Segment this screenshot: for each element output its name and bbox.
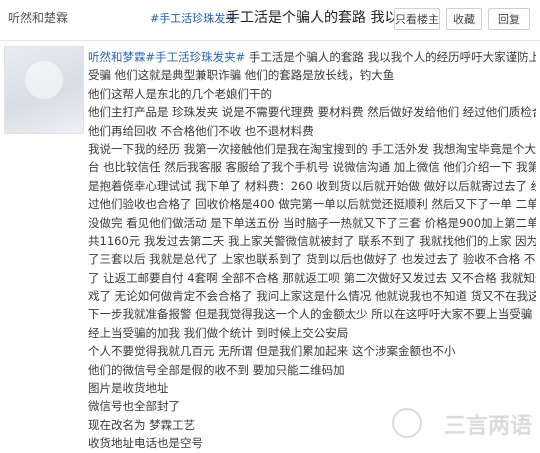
- post-line: 受骗 他们这就是典型兼职诈骗 他们的套路是放长线，钓大鱼: [88, 66, 536, 84]
- author-name[interactable]: 听然和楚霖: [8, 9, 68, 26]
- post-line: 共1160元 我发过去第二天 我上家关警微信就被封了 联系不到了 我就找他们的上…: [88, 232, 536, 250]
- only-op-button[interactable]: 只看楼主: [394, 8, 440, 30]
- post-text: 收货地址电话也是空号: [88, 436, 203, 451]
- post-body: 听然和梦霖#手工活珍珠发夹# 手工活是个骗人的套路 我以我个人的经历呼吁大家谨防…: [88, 48, 536, 453]
- post-line: 他们的微信号全部是假的收不到 要加只能二维码加: [88, 361, 536, 379]
- post-text: 是抱着侥幸心理试试 我下单了 材料费：260 收到货以后就开始做 做好以后就寄过…: [88, 178, 536, 193]
- reply-button[interactable]: 回复: [488, 8, 530, 30]
- post-line: 了 让返工邮要自付 4套啊 全部不合格 那就返工呗 第二次做好又发过去 又不合格…: [88, 269, 536, 287]
- watermark-logo-icon: [392, 408, 422, 438]
- post-text: 个人不要觉得我就几百元 无所谓 但是我们累加起来 这个涉案金额也不小: [88, 344, 456, 359]
- post-text: 他们这帮人是东北的几个老娘们干的: [88, 86, 272, 101]
- post-line: 他们这帮人是东北的几个老娘们干的: [88, 85, 536, 103]
- watermark: 三言两语: [443, 414, 532, 439]
- post-text: 台 也比较信任 然后我客服 客服给了我个手机号 说微信沟通 加上微信 他们介绍一…: [88, 160, 536, 175]
- post-text: 受骗 他们这就是典型兼职诈骗 他们的套路是放长线，钓大鱼: [88, 68, 395, 83]
- post-line: 是抱着侥幸心理试试 我下单了 材料费：260 收到货以后就开始做 做好以后就寄过…: [88, 177, 536, 195]
- favorite-button[interactable]: 收藏: [446, 8, 482, 30]
- post-line: 我说一下我的经历 我第一次接触他们是我在淘宝搜到的 手工活外发 我想淘宝毕竟是个…: [88, 140, 536, 158]
- post-text: 下一步我就准备报警 但是我觉得我这一个人的金额太少 所以在这呼吁大家不要上当受骗…: [88, 307, 536, 322]
- post-text: 戏了 无论如何做肯定不会合格了 我问上家这是什么情况 他就说我也不知道 货又不在…: [88, 289, 536, 304]
- post-text: 他们的微信号全部是假的收不到 要加只能二维码加: [88, 362, 345, 377]
- avatar[interactable]: [4, 46, 84, 134]
- post-line: 他们再给回收 不合格他们不收 也不退材料费: [88, 122, 536, 140]
- post-text: 过他们验收也合格了 回收价格是400 做完第一单以后就觉还挺顺利 然后又下了一单…: [88, 197, 536, 212]
- post-line: 过他们验收也合格了 回收价格是400 做完第一单以后就觉还挺顺利 然后又下了一单…: [88, 195, 536, 213]
- post-text: 经上当受骗的加我 我们做个统计 到时候上交公安局: [88, 325, 349, 340]
- post-text: 没做完 看见他们做活动 是下单送五份 当时脑子一热就又下了三套 价格是900加上…: [88, 215, 536, 230]
- post-text: 我说一下我的经历 我第一次接触他们是我在淘宝搜到的 手工活外发 我想淘宝毕竟是个…: [88, 141, 536, 156]
- topic-tag[interactable]: #手工活珍珠发夹: [150, 10, 236, 26]
- post-text: 共1160元 我发过去第二天 我上家关警微信就被封了 联系不到了 我就找他们的上…: [88, 233, 536, 248]
- post-hashtag[interactable]: 听然和梦霖#手工活珍珠发夹#: [88, 50, 245, 64]
- post-line: 图片是收货地址: [88, 379, 536, 397]
- post-line: 个人不要觉得我就几百元 无所谓 但是我们累加起来 这个涉案金额也不小: [88, 342, 536, 360]
- post-text: 了 让返工邮要自付 4套啊 全部不合格 那就返工呗 第二次做好又发过去 又不合格…: [88, 270, 536, 285]
- post-text: 微信号也全部封了: [88, 399, 180, 414]
- post-line: 听然和梦霖#手工活珍珠发夹# 手工活是个骗人的套路 我以我个人的经历呼吁大家谨防…: [88, 48, 536, 66]
- post-text: 他们主打产品是 珍珠发夹 说是不需要代理费 要材料费 然后做好发给他们 经过他们…: [88, 105, 536, 120]
- post-header: 听然和楚霖 #手工活珍珠发夹 手工活是个骗人的套路 我以... 只看楼主 收藏 …: [0, 0, 540, 41]
- post-line: 他们主打产品是 珍珠发夹 说是不需要代理费 要材料费 然后做好发给他们 经过他们…: [88, 103, 536, 121]
- post-line: 戏了 无论如何做肯定不会合格了 我问上家这是什么情况 他就说我也不知道 货又不在…: [88, 287, 536, 305]
- post-text: 现在改名为 梦霖工艺: [88, 417, 196, 432]
- post-text: 手工活是个骗人的套路 我以我个人的经历呼吁大家谨防上当: [245, 50, 536, 64]
- post-line: 下一步我就准备报警 但是我觉得我这一个人的金额太少 所以在这呼吁大家不要上当受骗…: [88, 305, 536, 323]
- post-title: 手工活是个骗人的套路 我以...: [226, 10, 412, 26]
- post-line: 经上当受骗的加我 我们做个统计 到时候上交公安局: [88, 324, 536, 342]
- post-text: 他们再给回收 不合格他们不收 也不退材料费: [88, 123, 314, 138]
- post-text: 图片是收货地址: [88, 381, 169, 396]
- post-text: 了三套以后 我就是总代了 上家也联系到了 货到以后也做好了 也发过去了 验收不合…: [88, 252, 536, 267]
- post-line: 了三套以后 我就是总代了 上家也联系到了 货到以后也做好了 也发过去了 验收不合…: [88, 250, 536, 268]
- post-line: 没做完 看见他们做活动 是下单送五份 当时脑子一热就又下了三套 价格是900加上…: [88, 214, 536, 232]
- post-line: 台 也比较信任 然后我客服 客服给了我个手机号 说微信沟通 加上微信 他们介绍一…: [88, 158, 536, 176]
